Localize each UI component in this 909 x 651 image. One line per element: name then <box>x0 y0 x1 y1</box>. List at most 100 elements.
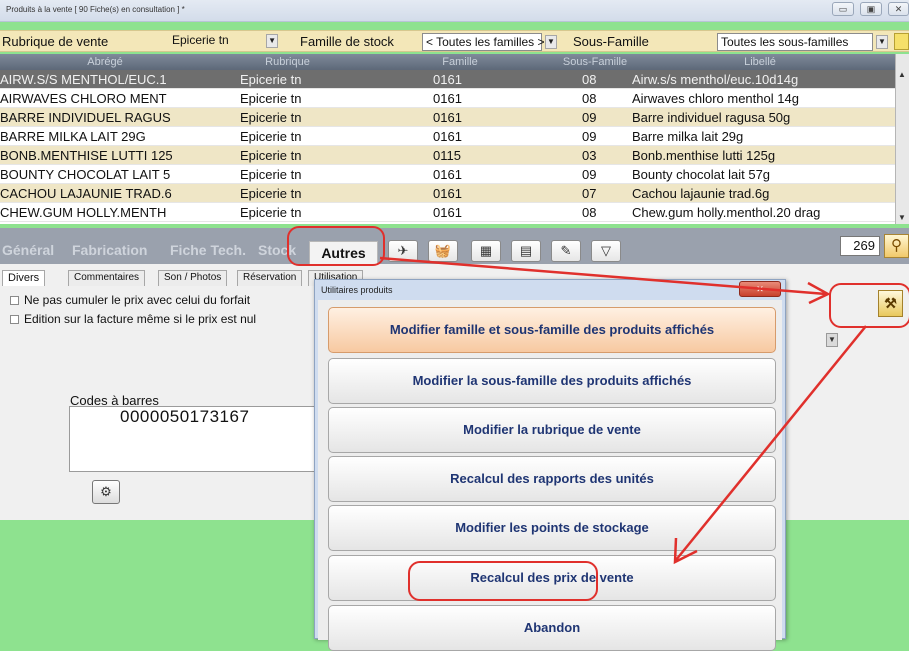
subtab-reservation[interactable]: Réservation <box>237 270 303 286</box>
option-no-cumul[interactable]: Ne pas cumuler le prix avec celui du for… <box>10 293 250 307</box>
table-row[interactable]: BARRE INDIVIDUEL RAGUS Epicerie tn 0161 09 B… <box>0 108 895 127</box>
checkbox[interactable] <box>10 315 19 324</box>
table-cell: 0161 <box>433 205 462 220</box>
table-row[interactable]: AIRW.S/S MENTHOL/EUC.1 Epicerie tn 0161 08 A… <box>0 70 895 89</box>
basket-icon[interactable]: 🧺 <box>428 240 458 262</box>
chevron-down-icon[interactable]: ▼ <box>266 33 279 48</box>
table-cell: 08 <box>582 72 597 87</box>
chevron-down-icon[interactable]: ▼ <box>876 35 888 49</box>
table-row[interactable]: BONB.MENTHISE LUTTI 125 Epicerie tn 0115 03… <box>0 146 895 165</box>
sous-famille-value: Toutes les sous-familles <box>721 35 849 49</box>
table-cell: 0161 <box>433 167 462 182</box>
subtab-son-photos[interactable]: Son / Photos <box>158 270 228 286</box>
table-cell: 08 <box>582 91 597 106</box>
search-icon[interactable]: ⚲ <box>884 234 909 258</box>
table-cell: Bounty chocolat lait 57g <box>632 167 771 182</box>
edit-icon[interactable]: ✎ <box>551 240 581 262</box>
famille-label: Famille de stock <box>300 34 394 49</box>
checkbox[interactable] <box>10 296 19 305</box>
table-cell: Epicerie tn <box>240 129 302 144</box>
filter-tool-icon[interactable] <box>894 33 909 50</box>
recalc-unit-ratios-button[interactable]: Recalcul des rapports des unités <box>328 456 776 502</box>
barcode-tool-button[interactable]: ⚙ <box>92 480 120 504</box>
table-row[interactable]: BARRE MILKA LAIT 29G Epicerie tn 0161 09 Bar… <box>0 127 895 146</box>
table-row[interactable]: BOUNTY CHOCOLAT LAIT 5 Epicerie tn 0161 09 B… <box>0 165 895 184</box>
chevron-down-icon[interactable]: ▼ <box>826 333 838 347</box>
column-header-rubrique[interactable]: Rubrique <box>240 56 335 68</box>
table-cell: CHEW.GUM HOLLY.MENTH <box>0 205 167 220</box>
column-header-abrege[interactable]: Abrégé <box>60 56 150 68</box>
table-cell: Epicerie tn <box>240 91 302 106</box>
products-table: Abrégé Rubrique Famille Sous-Famille Lib… <box>0 54 895 224</box>
table-row[interactable]: CHEW.GUM HOLLY.MENTH Epicerie tn 0161 08 Che… <box>0 203 895 222</box>
table-cell: Airwaves chloro menthol 14g <box>632 91 799 106</box>
option-edition-facture[interactable]: Edition sur la facture même si le prix e… <box>10 312 256 326</box>
table-cell: Epicerie tn <box>240 110 302 125</box>
table-scrollbar[interactable]: ▲ ▼ <box>895 54 909 224</box>
rubrique-value: Epicerie tn <box>172 33 229 47</box>
filter-bar: Rubrique de vente Epicerie tn ▼ Famille … <box>0 30 909 52</box>
plane-icon[interactable]: ✈ <box>388 240 418 262</box>
modify-family-subfamily-button[interactable]: Modifier famille et sous-famille des pro… <box>328 307 776 353</box>
table-cell: Epicerie tn <box>240 186 302 201</box>
table-cell: 09 <box>582 129 597 144</box>
modify-storage-points-button[interactable]: Modifier les points de stockage <box>328 505 776 551</box>
subtab-divers[interactable]: Divers <box>2 270 46 286</box>
famille-select[interactable]: < Toutes les familles > ▼ <box>422 33 557 51</box>
table-row[interactable]: AIRWAVES CHLORO MENT Epicerie tn 0161 08 Air… <box>0 89 895 108</box>
table-cell: 03 <box>582 148 597 163</box>
table-cell: Barre milka lait 29g <box>632 129 744 144</box>
table-cell: Barre individuel ragusa 50g <box>632 110 791 125</box>
grid-icon[interactable]: ▦ <box>471 240 501 262</box>
table-cell: BARRE MILKA LAIT 29G <box>0 129 146 144</box>
table-cell: 08 <box>582 205 597 220</box>
sous-famille-select[interactable]: Toutes les sous-familles ▼ <box>717 33 888 51</box>
table-cell: 0115 <box>433 148 461 163</box>
dialog-title: Utilitaires produits <box>321 285 393 295</box>
sous-famille-label: Sous-Famille <box>573 34 649 49</box>
table-cell: 07 <box>582 186 597 201</box>
tab-general[interactable]: Général <box>2 242 54 258</box>
window-title: Produits à la vente [ 90 Fiche(s) en con… <box>6 5 185 14</box>
table-body: AIRW.S/S MENTHOL/EUC.1 Epicerie tn 0161 08 A… <box>0 70 895 222</box>
table-cell: 0161 <box>433 91 462 106</box>
column-header-famille[interactable]: Famille <box>410 56 510 68</box>
rubrique-select[interactable]: Epicerie tn ▼ <box>172 33 279 51</box>
table-cell: Epicerie tn <box>240 72 302 87</box>
tab-fiche-tech[interactable]: Fiche Tech. <box>170 242 246 258</box>
barcode-value[interactable]: 0000050173167 <box>120 407 249 427</box>
close-button[interactable]: ✕ <box>888 2 909 16</box>
table-cell: Epicerie tn <box>240 148 302 163</box>
rubrique-label: Rubrique de vente <box>2 34 109 49</box>
maximize-button[interactable]: ▣ <box>860 2 882 16</box>
tab-fabrication[interactable]: Fabrication <box>72 242 147 258</box>
annotation-recalc-highlight <box>408 561 598 601</box>
column-header-sous-famille[interactable]: Sous-Famille <box>540 56 650 68</box>
subtab-commentaires[interactable]: Commentaires <box>68 270 146 286</box>
table-cell: BARRE INDIVIDUEL RAGUS <box>0 110 171 125</box>
chevron-down-icon[interactable]: ▼ <box>545 35 557 49</box>
table-cell: Airw.s/s menthol/euc.10d14g <box>632 72 799 87</box>
table-row[interactable]: CACHOU LAJAUNIE TRAD.6 Epicerie tn 0161 07 C… <box>0 184 895 203</box>
table-header: Abrégé Rubrique Famille Sous-Famille Lib… <box>0 54 895 70</box>
folder-icon[interactable]: ▤ <box>511 240 541 262</box>
modify-subfamily-button[interactable]: Modifier la sous-famille des produits af… <box>328 358 776 404</box>
column-header-libelle[interactable]: Libellé <box>715 56 805 68</box>
option-no-cumul-label: Ne pas cumuler le prix avec celui du for… <box>24 293 251 307</box>
minimize-button[interactable]: ▭ <box>832 2 854 16</box>
table-cell: CACHOU LAJAUNIE TRAD.6 <box>0 186 172 201</box>
scroll-up-icon[interactable]: ▲ <box>898 70 906 79</box>
famille-value: < Toutes les familles > <box>426 35 545 49</box>
annotation-tools-highlight <box>829 283 909 328</box>
abandon-button[interactable]: Abandon <box>328 605 776 651</box>
table-cell: Chew.gum holly.menthol.20 drag <box>632 205 821 220</box>
table-cell: 0161 <box>433 129 462 144</box>
barcodes-list[interactable]: 0000050173167 <box>69 406 319 472</box>
dialog-close-button[interactable]: ✕ <box>739 281 781 297</box>
filter-icon[interactable]: ▽ <box>591 240 621 262</box>
record-count: 269 <box>840 236 880 256</box>
table-cell: 09 <box>582 167 597 182</box>
annotation-autres-highlight <box>287 226 385 266</box>
modify-rubrique-button[interactable]: Modifier la rubrique de vente <box>328 407 776 453</box>
scroll-down-icon[interactable]: ▼ <box>898 213 906 222</box>
